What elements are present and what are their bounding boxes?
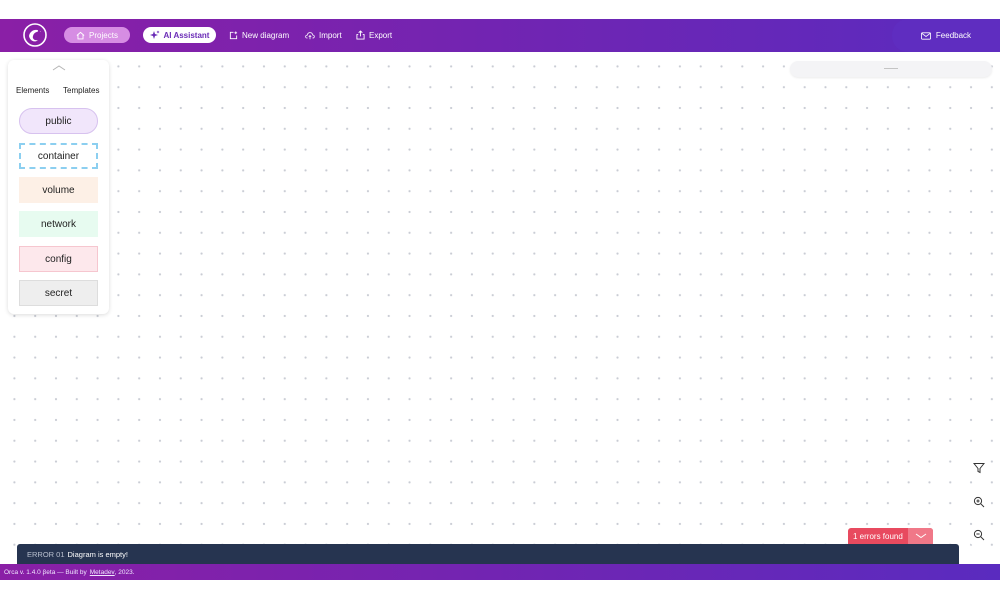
sparkle-icon <box>149 30 160 39</box>
zoom-out-icon <box>973 529 985 541</box>
ai-assistant-button[interactable]: AI Assistant <box>143 27 216 43</box>
chevron-down-icon[interactable] <box>908 528 933 544</box>
share-icon <box>356 30 365 40</box>
metadev-link[interactable]: Metadev <box>90 569 115 576</box>
tab-elements[interactable]: Elements <box>16 86 49 95</box>
orca-logo-icon[interactable] <box>22 22 48 48</box>
year-text: , 2023. <box>114 568 135 576</box>
new-diagram-icon <box>229 30 238 39</box>
import-button[interactable]: Import <box>305 27 342 43</box>
feedback-button[interactable]: Feedback <box>892 19 1000 52</box>
projects-button[interactable]: Projects <box>64 27 130 43</box>
zoom-in-button[interactable] <box>967 490 991 514</box>
footer-bar: Orca v. 1.4.0 βeta — Built by Metadev , … <box>0 564 1000 580</box>
elements-palette: Elements Templates public container volu… <box>8 60 109 314</box>
export-button[interactable]: Export <box>356 27 392 43</box>
element-volume[interactable]: volume <box>19 177 98 203</box>
top-navigation-bar: Projects AI Assistant New diagram Import <box>0 19 1000 52</box>
version-text: Orca v. 1.4.0 βeta — Built by <box>4 568 87 576</box>
errors-found-toggle[interactable]: 1 errors found <box>848 528 933 544</box>
palette-tabs: Elements Templates <box>8 84 109 98</box>
element-network[interactable]: network <box>19 211 98 237</box>
element-container[interactable]: container <box>19 143 98 169</box>
home-icon <box>76 31 85 39</box>
new-diagram-button[interactable]: New diagram <box>229 27 289 43</box>
cloud-upload-icon <box>305 31 315 39</box>
filter-icon <box>973 463 985 474</box>
chevron-up-icon[interactable] <box>52 64 66 72</box>
app-window: Projects AI Assistant New diagram Import <box>0 0 1000 600</box>
error-message: Diagram is empty! <box>67 549 128 559</box>
element-config[interactable]: config <box>19 246 98 272</box>
diagram-canvas[interactable] <box>0 52 1000 564</box>
error-code: ERROR 01 <box>27 549 65 559</box>
ai-assistant-label: AI Assistant <box>163 30 210 40</box>
new-diagram-label: New diagram <box>242 30 290 40</box>
element-secret[interactable]: secret <box>19 280 98 306</box>
error-message-bar: ERROR 01 Diagram is empty! <box>17 544 959 564</box>
feedback-label: Feedback <box>935 31 972 40</box>
mail-icon <box>920 31 931 40</box>
export-label: Export <box>369 30 393 40</box>
filter-button[interactable] <box>967 456 991 480</box>
zoom-in-icon <box>973 496 985 508</box>
projects-label: Projects <box>89 30 118 40</box>
import-label: Import <box>319 30 342 40</box>
element-public[interactable]: public <box>19 108 98 134</box>
tab-templates[interactable]: Templates <box>63 86 99 95</box>
errors-count-label: 1 errors found <box>853 531 903 541</box>
panel-grip-handle[interactable] <box>884 68 898 69</box>
properties-panel-collapsed[interactable] <box>790 61 992 77</box>
zoom-out-button[interactable] <box>967 523 991 547</box>
